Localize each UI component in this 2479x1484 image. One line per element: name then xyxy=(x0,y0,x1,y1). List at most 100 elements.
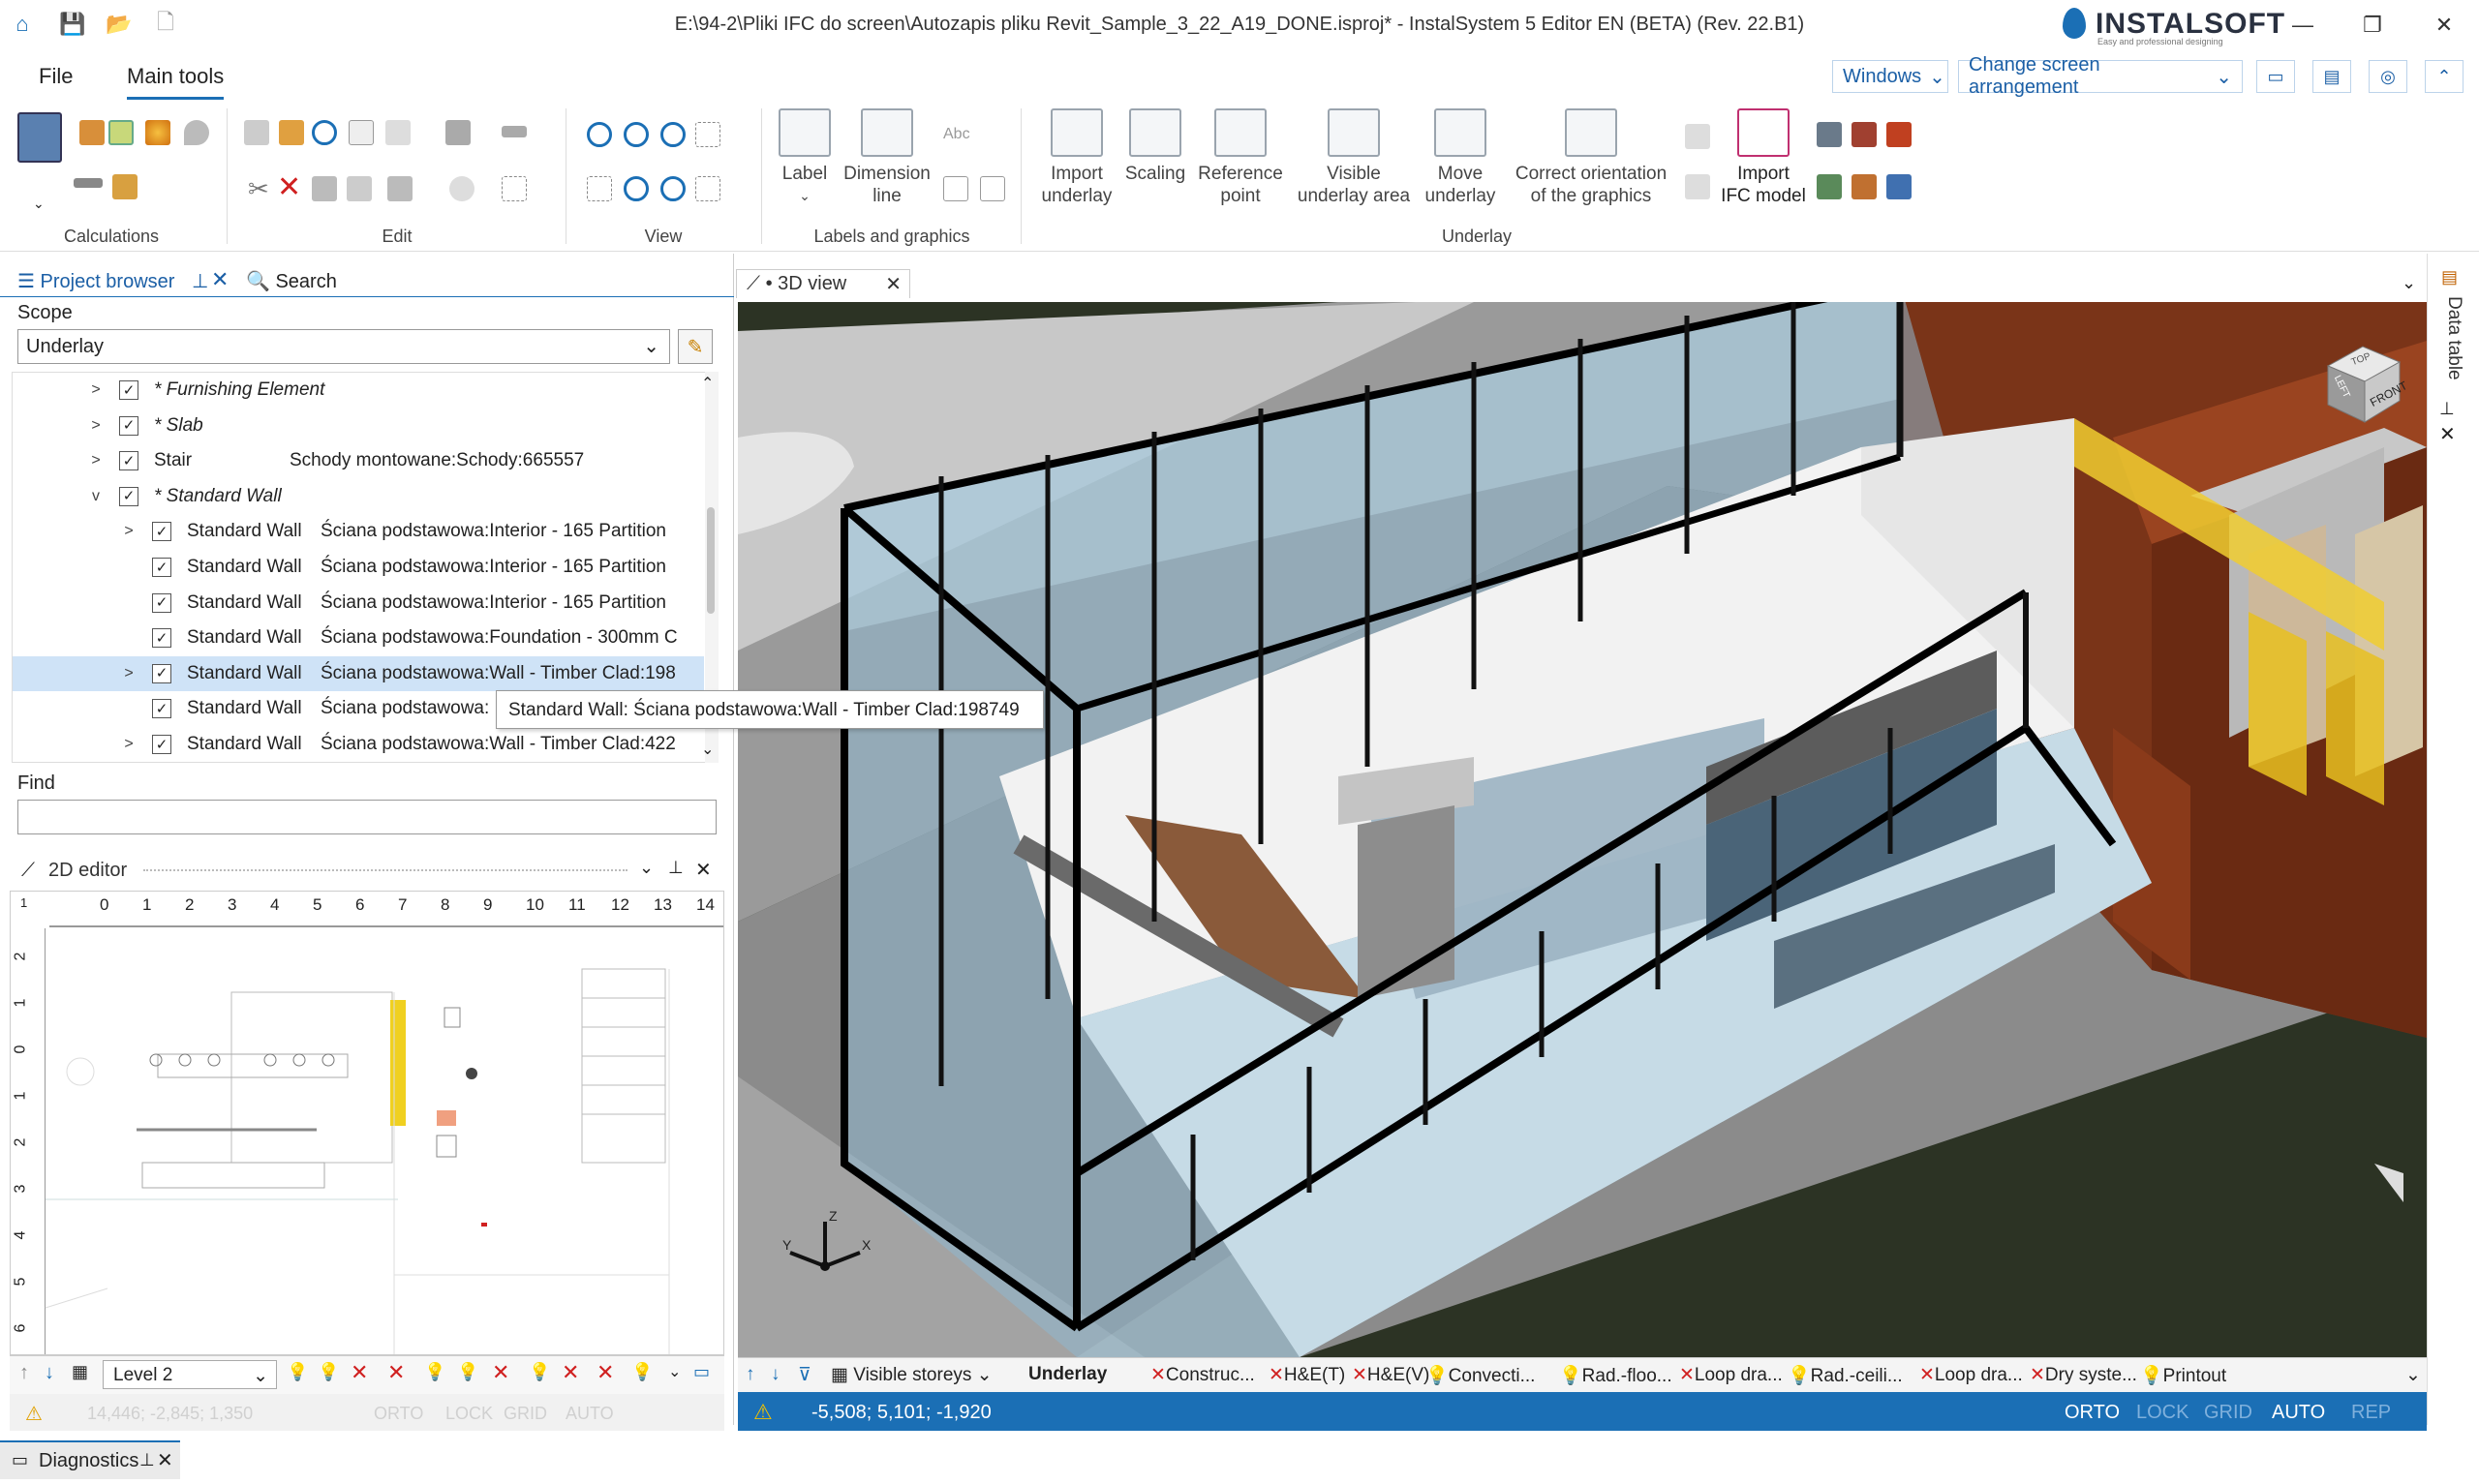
color-wheel-icon[interactable]: ◎ xyxy=(2369,60,2407,93)
zoom-extents-icon[interactable] xyxy=(660,122,686,147)
chevron-down-icon[interactable]: ⌄ xyxy=(33,196,45,212)
layer-item[interactable]: ✕H&E(T) xyxy=(1269,1364,1345,1386)
select-icon[interactable] xyxy=(502,176,527,201)
document-icon[interactable]: ▤ xyxy=(2312,60,2351,93)
search-tab[interactable]: 🔍 Search xyxy=(246,269,337,293)
tree-row[interactable]: > ✓ Standard Wall Ściana podstawowa:Wall - … xyxy=(13,727,704,762)
building-icon[interactable] xyxy=(79,120,105,145)
arrow-down-icon[interactable]: ↓ xyxy=(771,1364,780,1385)
ifc-view-icon-2[interactable] xyxy=(1852,122,1877,147)
warning-icon[interactable]: ⚠ xyxy=(25,1402,43,1426)
layer-item[interactable]: 💡Printout xyxy=(2140,1364,2226,1387)
tree-row[interactable]: > ✓ Standard Wall Ściana podstawowa:Wall - … xyxy=(13,655,704,691)
ifc-house-icon-2[interactable] xyxy=(1852,174,1877,199)
calculator-icon[interactable] xyxy=(17,112,62,163)
pin-icon[interactable]: ⊥ xyxy=(192,269,208,293)
snap-icon[interactable] xyxy=(449,176,474,201)
bulb-icon[interactable]: 💡 xyxy=(529,1362,550,1382)
tree-row[interactable]: > ✓ Standard Wall Ściana podstawowa:Interio… xyxy=(13,514,704,549)
measure-icon[interactable] xyxy=(502,126,527,137)
hidden-layer-icon[interactable]: ✕ xyxy=(492,1360,509,1385)
tree-checkbox[interactable]: ✓ xyxy=(152,628,171,649)
tree-checkbox[interactable]: ✓ xyxy=(152,592,171,613)
status-flag[interactable]: AUTO xyxy=(2272,1402,2325,1424)
find-input[interactable] xyxy=(17,800,717,834)
status-flag[interactable]: GRID xyxy=(2204,1402,2252,1424)
ifc-house-icon-1[interactable] xyxy=(1817,174,1842,199)
tree-checkbox[interactable]: ✓ xyxy=(152,663,171,683)
filter-icon[interactable]: ⊽ xyxy=(798,1364,811,1386)
chevron-right-icon[interactable]: > xyxy=(121,523,137,540)
ifc-view-icon-3[interactable] xyxy=(1886,122,1912,147)
bulb-icon[interactable]: 💡 xyxy=(631,1362,653,1382)
minimize-button[interactable]: — xyxy=(2274,6,2332,45)
underlay-layers-icon[interactable] xyxy=(1685,124,1710,149)
scaling-button[interactable]: Scaling xyxy=(1116,108,1195,185)
scroll-up-icon[interactable]: ⌃ xyxy=(701,374,714,393)
pin-icon[interactable]: ⊥ xyxy=(668,858,684,878)
tree-row[interactable]: v ✓ * Standard Wall xyxy=(13,479,704,514)
tree-checkbox[interactable]: ✓ xyxy=(152,522,171,542)
data-table-tab[interactable]: Data table xyxy=(2441,296,2464,412)
menu-file[interactable]: File xyxy=(39,64,73,89)
close-icon[interactable]: ✕ xyxy=(2439,422,2456,446)
menu-main-tools[interactable]: Main tools xyxy=(127,64,225,100)
layout-icon[interactable]: ▭ xyxy=(2256,60,2295,93)
page-icon[interactable] xyxy=(980,176,1005,201)
move-underlay-button[interactable]: Move underlay xyxy=(1414,108,1507,207)
status-flag[interactable]: LOCK xyxy=(2136,1402,2188,1424)
layer-item[interactable]: ✕H&E(V) xyxy=(1352,1364,1429,1386)
materials-icon[interactable] xyxy=(112,174,138,199)
drop-icon[interactable] xyxy=(184,120,209,145)
flag-auto[interactable]: AUTO xyxy=(566,1404,614,1424)
layer-item[interactable]: 💡Rad.-floo... xyxy=(1559,1364,1672,1387)
chevron-down-icon[interactable]: ⌄ xyxy=(668,1362,681,1381)
close-window-button[interactable]: ✕ xyxy=(2415,6,2473,45)
tree-row[interactable]: > ✓ * Slab xyxy=(13,409,704,443)
layer-item[interactable]: 💡Convecti... xyxy=(1425,1364,1535,1387)
chevron-right-icon[interactable]: > xyxy=(121,665,137,682)
reference-point-button[interactable]: Reference point xyxy=(1189,108,1292,207)
project-browser-tab[interactable]: ☰ Project browser xyxy=(17,269,174,293)
dimension-line-button[interactable]: Dimension line xyxy=(839,108,935,207)
heat-icon[interactable] xyxy=(145,120,170,145)
pin-icon[interactable]: ⊥ xyxy=(139,1450,155,1470)
pan-icon[interactable] xyxy=(695,176,720,201)
screen-icon[interactable]: ▭ xyxy=(693,1362,710,1382)
bulb-icon[interactable]: 💡 xyxy=(424,1362,445,1382)
zoom-window-icon[interactable] xyxy=(695,122,720,147)
undo-icon[interactable] xyxy=(312,120,337,145)
correct-orientation-button[interactable]: Correct orientation of the graphics xyxy=(1503,108,1679,207)
hidden-layer-icon[interactable]: ✕ xyxy=(597,1360,614,1385)
hidden-layer-icon[interactable]: ✕ xyxy=(562,1360,579,1385)
layer-item[interactable]: Underlay xyxy=(1028,1364,1107,1385)
view-cube[interactable]: TOP FRONT LEFT xyxy=(2318,337,2409,426)
bulb-icon[interactable]: 💡 xyxy=(457,1362,478,1382)
label-button[interactable]: Label ⌄ xyxy=(771,108,839,207)
tree-checkbox[interactable]: ✓ xyxy=(119,486,138,506)
import-underlay-button[interactable]: Import underlay xyxy=(1030,108,1123,207)
drag-handle[interactable] xyxy=(143,869,627,875)
close-icon[interactable]: ✕ xyxy=(885,272,902,296)
chevron-right-icon[interactable]: > xyxy=(88,417,104,435)
layer-item[interactable]: ✕Loop dra... xyxy=(1679,1364,1783,1386)
scope-select[interactable]: Underlay ⌄ xyxy=(17,329,670,364)
tree-row[interactable]: > ✓ Stair Schody montowane:Schody:665557 xyxy=(13,443,704,478)
windows-dropdown[interactable]: Windows ⌄ xyxy=(1832,60,1948,93)
diagnostics-tab[interactable]: ▭ Diagnostics ⊥ ✕ xyxy=(0,1440,180,1479)
layer-item[interactable]: 💡Rad.-ceili... xyxy=(1788,1364,1903,1387)
collapse-ribbon-icon[interactable]: ⌃ xyxy=(2425,60,2464,93)
table-icon[interactable] xyxy=(943,176,968,201)
chevron-down-icon[interactable]: ⌄ xyxy=(639,858,654,878)
warning-icon[interactable]: ⚠ xyxy=(753,1400,773,1425)
bulb-icon[interactable]: 💡 xyxy=(318,1362,339,1382)
underlay-props-icon[interactable] xyxy=(1685,174,1710,199)
zoom-next-icon[interactable] xyxy=(660,176,686,201)
close-icon[interactable]: ✕ xyxy=(695,858,712,882)
tree-row[interactable]: ✓ Standard Wall Ściana podstawowa:Interior… xyxy=(13,586,704,621)
level-select[interactable]: Level 2 ⌄ xyxy=(103,1360,277,1389)
flag-orto[interactable]: ORTO xyxy=(374,1404,423,1424)
arrow-up-icon[interactable]: ↑ xyxy=(19,1362,29,1384)
tree-checkbox[interactable]: ✓ xyxy=(152,735,171,754)
chevron-down-icon[interactable]: ⌄ xyxy=(2405,1364,2421,1386)
